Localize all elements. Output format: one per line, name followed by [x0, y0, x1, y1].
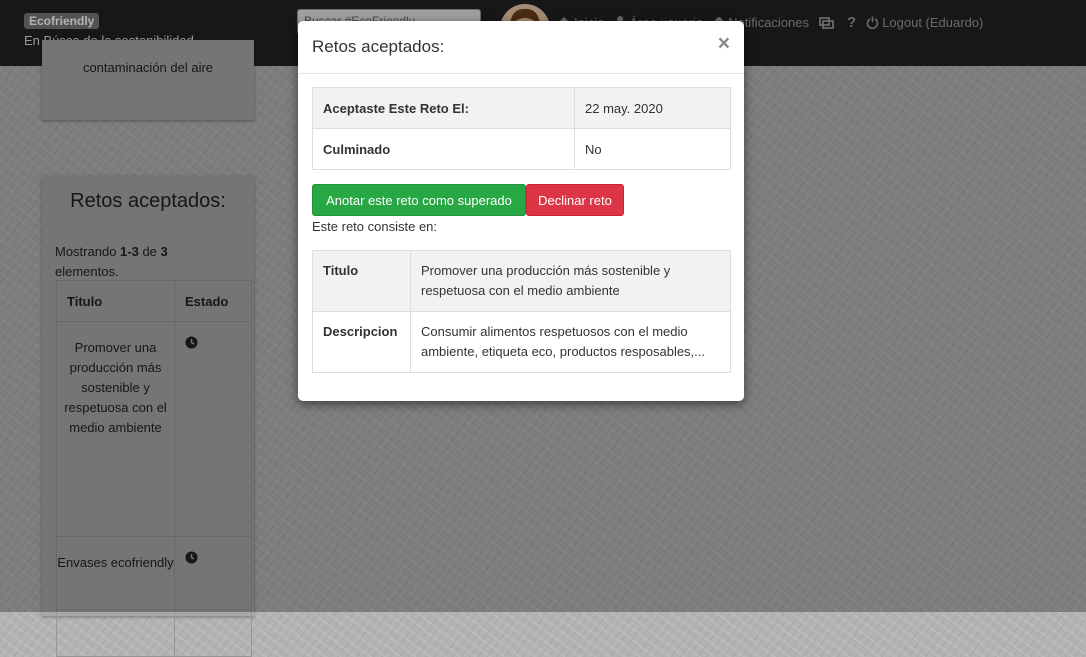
close-icon[interactable]: × [718, 33, 730, 54]
detail-description-label: Descripcion [312, 311, 411, 373]
detail-description-value: Consumir alimentos respetuosos con el me… [410, 311, 731, 373]
challenge-modal: Retos aceptados: × Aceptaste Este Reto E… [298, 21, 744, 401]
table-row: Aceptaste Este Reto El: 22 may. 2020 [312, 87, 731, 129]
consists-heading: Este reto consiste en: [312, 219, 438, 234]
table-row: Titulo Promover una producción más soste… [312, 250, 731, 312]
table-row: Culminado No [312, 128, 731, 170]
accepted-date-label: Aceptaste Este Reto El: [312, 87, 575, 129]
accepted-date-value: 22 may. 2020 [574, 87, 731, 129]
detail-title-value: Promover una producción más sostenible y… [410, 250, 731, 312]
detail-title-label: Titulo [312, 250, 411, 312]
decline-challenge-button[interactable]: Declinar reto [526, 184, 624, 216]
modal-header: Retos aceptados: × [298, 21, 744, 74]
acceptance-info-table: Aceptaste Este Reto El: 22 may. 2020 Cul… [312, 87, 731, 170]
challenge-detail-table: Titulo Promover una producción más soste… [312, 250, 731, 373]
challenge-title [56, 609, 175, 657]
mark-completed-button[interactable]: Anotar este reto como superado [312, 184, 526, 216]
completed-label: Culminado [312, 128, 575, 170]
completed-value: No [574, 128, 731, 170]
modal-title: Retos aceptados: [312, 37, 445, 56]
table-row: Descripcion Consumir alimentos respetuos… [312, 311, 731, 373]
table-row[interactable] [56, 609, 252, 657]
